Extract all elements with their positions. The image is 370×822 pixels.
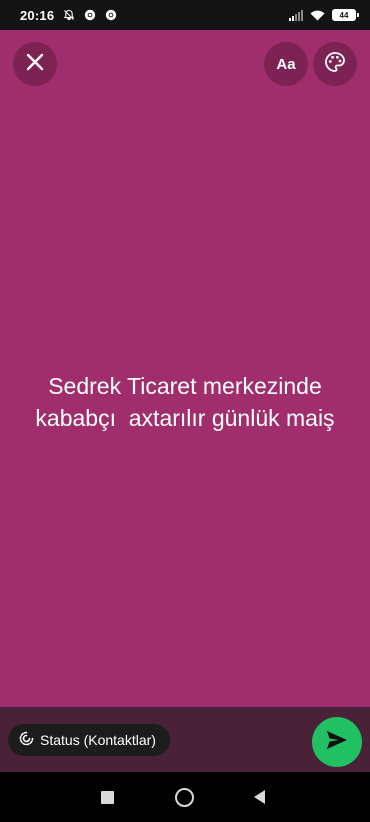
palette-icon [324, 51, 346, 78]
home-button[interactable] [175, 788, 194, 807]
chrome-icon [84, 9, 96, 21]
wifi-icon [310, 10, 325, 21]
status-bar-left: 20:16 [20, 8, 117, 23]
status-privacy-icon [19, 731, 34, 749]
chrome-icon [105, 9, 117, 21]
text-status-canvas[interactable]: Aa Sedrek Ticaret merkezinde kababçı axt… [0, 30, 370, 707]
battery-icon: 44 [332, 9, 359, 21]
color-palette-button[interactable] [313, 42, 357, 86]
send-button[interactable] [312, 717, 362, 767]
close-icon [26, 53, 44, 76]
status-audience-button[interactable]: Status (Kontaktlar) [8, 724, 170, 756]
notifications-off-icon [63, 9, 75, 21]
navigation-bar [0, 772, 370, 822]
status-text[interactable]: Sedrek Ticaret merkezinde kababçı axtarı… [0, 370, 370, 434]
clock: 20:16 [20, 7, 55, 23]
back-button[interactable] [254, 790, 266, 809]
system-status-bar: 20:16 44 [0, 0, 370, 30]
status-bar-right: 44 [289, 9, 359, 21]
send-icon [326, 730, 348, 755]
recent-apps-button[interactable] [101, 791, 114, 804]
font-style-button[interactable]: Aa [264, 42, 308, 86]
signal-icon [289, 9, 303, 21]
back-icon [254, 790, 266, 809]
bottom-bar: Status (Kontaktlar) [0, 707, 370, 772]
close-button[interactable] [13, 42, 57, 86]
status-audience-label: Status (Kontaktlar) [40, 732, 156, 748]
